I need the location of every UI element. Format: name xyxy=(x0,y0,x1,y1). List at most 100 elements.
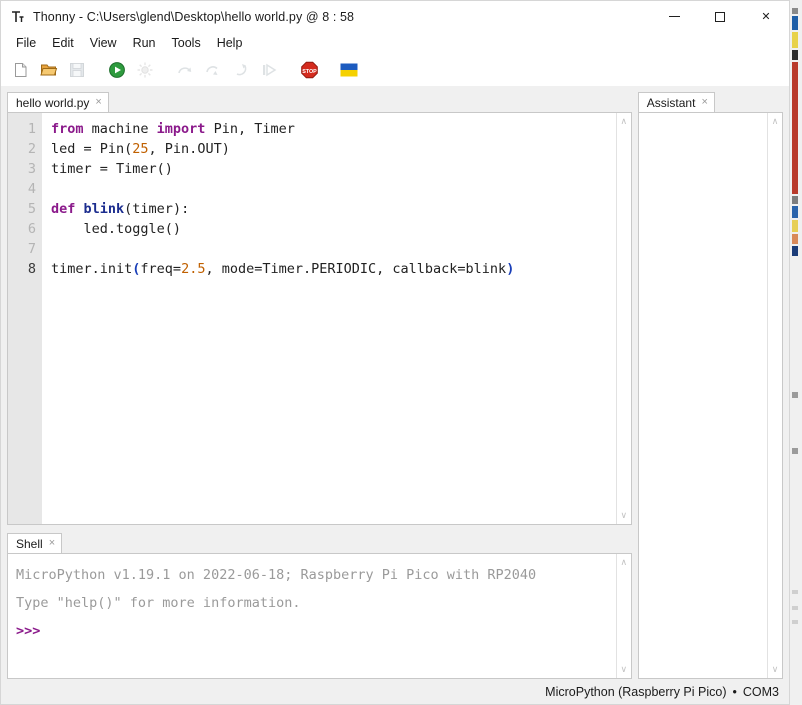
code-token: timer = Timer() xyxy=(51,161,173,177)
menu-item-view[interactable]: View xyxy=(82,34,125,52)
scroll-track[interactable] xyxy=(617,128,631,509)
status-port[interactable]: COM3 xyxy=(743,685,779,699)
scroll-down-icon[interactable]: ∨ xyxy=(617,663,630,676)
close-icon: ✕ xyxy=(761,11,771,23)
step-into-button xyxy=(201,58,225,82)
code-token: freq= xyxy=(140,261,182,277)
scroll-up-icon[interactable]: ∧ xyxy=(617,115,630,128)
bg-band-grey3 xyxy=(792,392,798,398)
menu-item-run[interactable]: Run xyxy=(125,34,164,52)
ukraine-flag-icon xyxy=(340,63,358,77)
scroll-track[interactable] xyxy=(768,128,782,663)
line-number: 1 xyxy=(27,121,36,137)
debug-icon xyxy=(137,62,153,78)
shell-line: >>> xyxy=(16,623,41,639)
code-line: def blink(timer): xyxy=(51,199,616,219)
minimize-icon xyxy=(668,16,680,17)
menu-item-edit[interactable]: Edit xyxy=(44,34,82,52)
open-file-button[interactable] xyxy=(37,58,61,82)
bg-band-grey2 xyxy=(792,196,798,204)
code-token: (timer): xyxy=(124,201,190,217)
line-number-gutter: 1 2 3 4 5 6 7 8 xyxy=(8,113,42,524)
code-token: , Pin.OUT) xyxy=(148,141,230,157)
scroll-up-icon[interactable]: ∧ xyxy=(617,556,630,569)
shell-output[interactable]: MicroPython v1.19.1 on 2022-06-18; Raspb… xyxy=(8,554,616,678)
bg-band-red xyxy=(792,62,798,194)
bg-band-orange xyxy=(792,234,798,244)
line-number: 2 xyxy=(27,141,36,157)
step-into-icon xyxy=(206,66,218,75)
shell-line: MicroPython v1.19.1 on 2022-06-18; Raspb… xyxy=(16,567,537,583)
code-text[interactable]: from machine import Pin, Timer led = Pin(… xyxy=(42,113,616,524)
scroll-down-icon[interactable]: ∨ xyxy=(617,509,630,522)
assistant-column: Assistant × ∧ ∨ xyxy=(637,86,783,679)
code-token: timer.init xyxy=(51,261,133,277)
scroll-down-icon[interactable]: ∨ xyxy=(769,663,782,676)
tab-close-icon[interactable]: × xyxy=(701,97,707,108)
menu-item-file[interactable]: File xyxy=(8,34,44,52)
tab-close-icon[interactable]: × xyxy=(95,97,101,108)
tab-label: hello world.py xyxy=(16,95,90,110)
line-number: 8 xyxy=(27,261,36,277)
bg-band-yellow xyxy=(792,32,798,48)
assistant-pane[interactable]: ∧ ∨ xyxy=(637,112,783,679)
open-file-icon xyxy=(40,64,58,76)
status-interpreter[interactable]: MicroPython (Raspberry Pi Pico) xyxy=(545,685,726,699)
maximize-button[interactable] xyxy=(697,1,743,32)
shell-panel: Shell × MicroPython v1.19.1 on 2022-06-1… xyxy=(7,527,632,679)
save-file-icon xyxy=(70,63,84,77)
close-button[interactable]: ✕ xyxy=(743,1,789,32)
editor-scrollbar[interactable]: ∧ ∨ xyxy=(615,113,631,524)
bg-band-grey5 xyxy=(792,590,798,594)
code-token: 2.5 xyxy=(181,261,206,277)
line-number: 4 xyxy=(27,181,36,197)
tab-label: Shell xyxy=(16,536,43,551)
bg-band-grey6 xyxy=(792,606,798,610)
step-over-icon xyxy=(178,67,192,74)
code-token: led = Pin( xyxy=(51,141,133,157)
run-button[interactable] xyxy=(105,58,129,82)
menu-item-tools[interactable]: Tools xyxy=(164,34,209,52)
scroll-up-icon[interactable]: ∧ xyxy=(769,115,782,128)
code-line: led.toggle() xyxy=(51,219,616,239)
ukraine-flag-button[interactable] xyxy=(337,58,361,82)
tab-shell[interactable]: Shell × xyxy=(7,533,63,553)
bg-band-blue1 xyxy=(792,16,798,30)
code-token: import xyxy=(156,121,206,137)
step-out-button xyxy=(229,58,253,82)
code-line: from machine import Pin, Timer xyxy=(51,119,616,139)
minimize-button[interactable] xyxy=(651,1,697,32)
resume-icon xyxy=(263,63,277,77)
bg-band-blue2 xyxy=(792,206,798,218)
tab-assistant[interactable]: Assistant × xyxy=(637,92,715,112)
code-editor-pane[interactable]: 1 2 3 4 5 6 7 8 from machine import Pin,… xyxy=(7,112,632,525)
tab-hello-world-py[interactable]: hello world.py × xyxy=(7,92,109,112)
svg-text:STOP: STOP xyxy=(302,69,317,75)
assistant-tabstrip: Assistant × xyxy=(637,86,783,112)
title-bar: Thonny - C:\Users\glend\Desktop\hello wo… xyxy=(1,1,789,32)
line-number: 6 xyxy=(27,221,36,237)
debug-button xyxy=(133,58,157,82)
run-icon xyxy=(109,62,125,78)
shell-tabstrip: Shell × xyxy=(7,527,632,553)
menu-bar: File Edit View Run Tools Help xyxy=(1,32,789,54)
stop-button[interactable]: STOP xyxy=(297,58,321,82)
code-token: Pin, Timer xyxy=(205,121,295,137)
status-bar: MicroPython (Raspberry Pi Pico) • COM3 xyxy=(1,679,789,704)
code-line: timer.init(freq=2.5, mode=Timer.PERIODIC… xyxy=(51,259,616,279)
scroll-track[interactable] xyxy=(617,569,631,663)
editor-shell-column: hello world.py × 1 2 3 4 5 6 7 8 from ma… xyxy=(7,86,632,679)
editor-tabstrip: hello world.py × xyxy=(7,86,632,112)
assistant-scrollbar[interactable]: ∧ ∨ xyxy=(767,113,782,678)
shell-pane[interactable]: MicroPython v1.19.1 on 2022-06-18; Raspb… xyxy=(7,553,632,679)
step-over-button xyxy=(173,58,197,82)
menu-item-help[interactable]: Help xyxy=(209,34,251,52)
new-file-button[interactable] xyxy=(9,58,33,82)
tab-close-icon[interactable]: × xyxy=(49,538,55,549)
window-controls: ✕ xyxy=(651,1,789,32)
save-file-button xyxy=(65,58,89,82)
shell-scrollbar[interactable]: ∧ ∨ xyxy=(615,554,631,678)
bg-band-grey7 xyxy=(792,620,798,624)
